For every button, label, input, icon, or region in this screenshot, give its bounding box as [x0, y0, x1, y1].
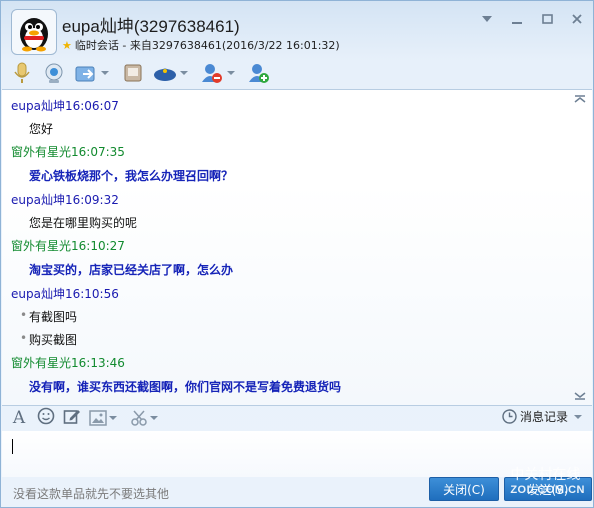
message-text: 购买截图	[20, 331, 77, 348]
avatar[interactable]	[11, 9, 57, 55]
message-time: 16:13:46	[71, 356, 125, 370]
screenshot-button[interactable]	[130, 409, 163, 427]
message-header: eupa灿坤16:06:07	[11, 97, 119, 114]
message-input[interactable]	[2, 431, 592, 477]
message-header: eupa灿坤16:10:56	[11, 285, 119, 302]
video-call-button[interactable]	[41, 60, 67, 86]
chat-toolbar	[9, 59, 272, 87]
clock-icon	[502, 409, 517, 424]
maximize-icon[interactable]	[539, 11, 555, 27]
block-user-icon	[199, 60, 225, 86]
image-icon	[89, 410, 107, 426]
chevron-down-icon[interactable]	[109, 416, 117, 420]
message-text: 您是在哪里购买的呢	[29, 216, 138, 230]
message-header: eupa灿坤16:09:32	[11, 191, 119, 208]
chevron-down-icon[interactable]	[180, 71, 188, 75]
apps-button[interactable]	[152, 60, 193, 86]
minimize-icon[interactable]	[509, 11, 525, 27]
message-text: 爱心铁板烧那个，我怎么办理召回啊？	[29, 169, 234, 183]
sender-name: 窗外有星光	[11, 145, 72, 159]
message-header: 窗外有星光16:07:35	[11, 143, 125, 160]
watermark-subtitle: ZOL.COM.CN	[510, 484, 585, 496]
dropdown-icon[interactable]	[479, 11, 495, 27]
message-time: 16:10:27	[71, 239, 125, 253]
block-user-button[interactable]	[199, 60, 240, 86]
scroll-down-icon[interactable]	[574, 391, 586, 401]
message-time: 16:06:07	[64, 99, 119, 113]
message-time: 16:09:32	[64, 193, 119, 207]
message-text: 您好	[29, 122, 54, 136]
session-info: ★ 临时会话 - 来自3297638461(2016/3/22 16:01:32…	[62, 37, 340, 53]
microphone-icon	[9, 60, 35, 86]
add-user-button[interactable]	[246, 60, 272, 86]
sender-name: 窗外有星光	[11, 356, 72, 370]
penguin-avatar-icon	[20, 18, 48, 52]
chevron-down-icon[interactable]	[227, 71, 235, 75]
message-time: 16:10:56	[64, 287, 119, 301]
app-icon	[152, 60, 178, 86]
chevron-down-icon[interactable]	[101, 71, 109, 75]
input-toolbar: A	[9, 406, 163, 430]
sender-name: eupa灿坤	[11, 99, 65, 113]
close-icon[interactable]	[569, 11, 585, 27]
voice-call-button[interactable]	[9, 60, 35, 86]
screen-share-button[interactable]	[120, 60, 146, 86]
session-subtitle: 临时会话 - 来自3297638461(2016/3/22 16:01:32)	[74, 39, 340, 52]
message-text: 淘宝买的，店家已经关店了啊，怎么办	[29, 263, 234, 277]
add-user-icon	[246, 60, 272, 86]
message-text: 没有啊，谁买东西还截图啊，你们官网不是写着免费退货吗	[29, 380, 342, 394]
watermark: 中关村在线 ZOL.COM.CN	[510, 464, 585, 496]
message-time: 16:07:35	[71, 145, 125, 159]
message-text: 有截图吗	[20, 308, 77, 325]
chat-window: eupa灿坤(3297638461) ★ 临时会话 - 来自3297638461…	[0, 0, 594, 508]
sender-name: eupa灿坤	[11, 287, 65, 301]
screen-share-icon	[120, 60, 146, 86]
message-history[interactable]: eupa灿坤16:06:07 您好 窗外有星光16:07:35 爱心铁板烧那个，…	[2, 89, 592, 406]
sender-name: eupa灿坤	[11, 193, 65, 207]
message-history-button[interactable]: 消息记录	[502, 408, 587, 425]
chevron-down-icon[interactable]	[150, 416, 158, 420]
contact-title[interactable]: eupa灿坤(3297638461)	[62, 12, 240, 37]
scissors-icon	[131, 410, 147, 426]
edit-icon[interactable]	[63, 407, 81, 429]
draft-hint: 没看这款单品就先不要选其他	[13, 487, 170, 501]
send-file-button[interactable]	[73, 60, 114, 86]
message-header: 窗外有星光16:10:27	[11, 237, 125, 254]
send-file-icon	[73, 60, 99, 86]
sender-name: 窗外有星光	[11, 239, 72, 253]
font-icon[interactable]: A	[9, 408, 29, 428]
message-header: 窗外有星光16:13:46	[11, 354, 125, 371]
watermark-title: 中关村在线	[510, 466, 581, 482]
close-button[interactable]: 关闭(C)	[429, 477, 499, 501]
emoji-icon[interactable]	[37, 407, 55, 429]
window-controls	[479, 11, 585, 27]
image-button[interactable]	[89, 410, 122, 426]
history-label: 消息记录	[519, 410, 568, 424]
webcam-icon	[41, 60, 67, 86]
scroll-up-icon[interactable]	[574, 94, 586, 104]
star-icon: ★	[62, 38, 72, 52]
text-cursor	[12, 439, 13, 454]
chevron-down-icon	[574, 414, 582, 419]
